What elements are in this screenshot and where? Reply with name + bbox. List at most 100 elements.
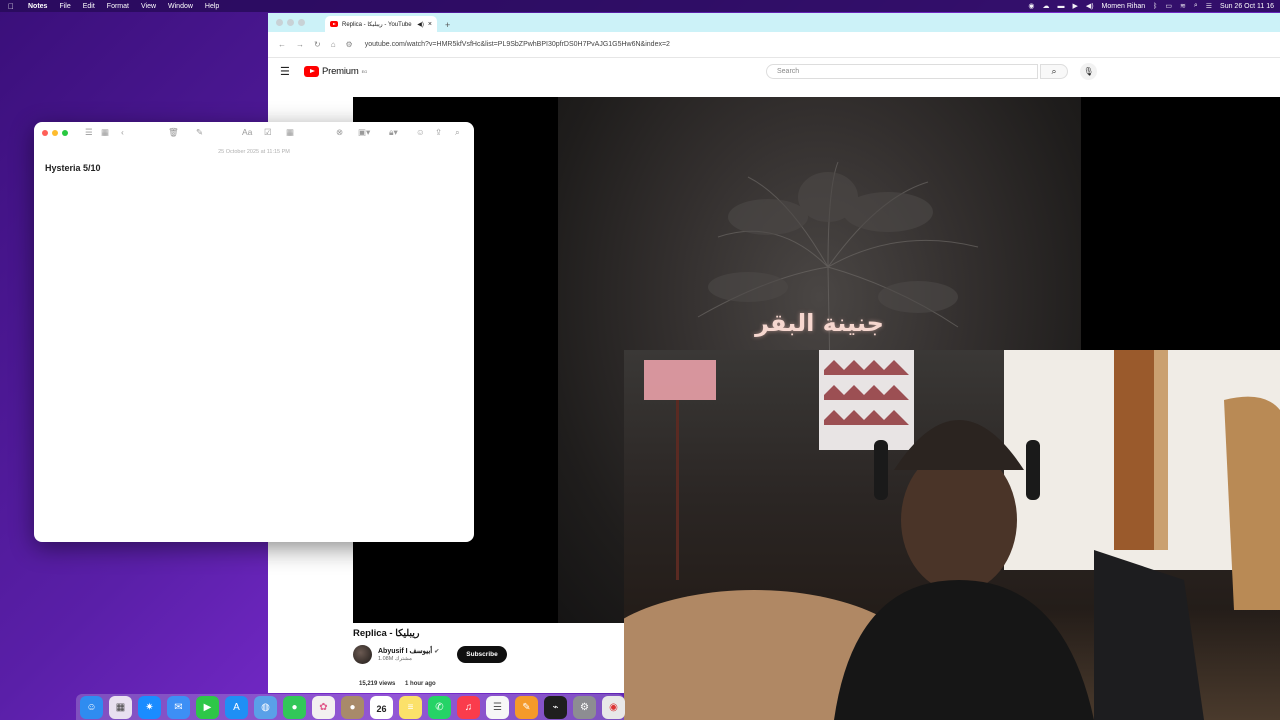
back-icon[interactable]: ‹ [121,127,124,137]
menu-help[interactable]: Help [199,3,225,10]
minimize-icon[interactable] [287,19,294,26]
message-icon[interactable]: ▬ [1057,3,1064,10]
compose-icon[interactable]: ✎ [196,127,203,138]
table-icon[interactable]: ▦ [286,127,294,138]
close-icon[interactable] [276,19,283,26]
pages-icon[interactable]: ✎ [515,695,538,719]
youtube-premium-logo[interactable]: Premium EG [304,65,368,77]
control-center-icon[interactable]: ☰ [1206,2,1212,10]
share-people-icon[interactable]: ☺ [416,127,425,137]
close-icon[interactable] [42,130,48,136]
hamburger-menu-icon[interactable]: ☰ [280,65,304,78]
lock-icon[interactable]: 🔒︎▾ [389,127,398,138]
facetime-icon[interactable]: ▶ [196,695,219,719]
reload-icon[interactable]: ↻ [314,40,321,49]
media-icon[interactable]: ▣▾ [358,127,370,138]
window-controls [276,13,305,32]
channel-avatar[interactable] [353,645,372,664]
launchpad-icon[interactable]: ▦ [109,695,132,719]
apple-menu-icon[interactable]:  [0,2,22,11]
note-body[interactable]: Hysteria 5/10 [34,155,474,181]
new-tab-button[interactable]: + [437,20,458,32]
menu-window[interactable]: Window [162,3,199,10]
youtube-favicon-icon [330,21,338,27]
chrome-icon[interactable]: ◉ [602,695,625,719]
zoom-icon[interactable] [298,19,305,26]
home-icon[interactable]: ⌂ [331,40,336,49]
menu-bar:  Notes File Edit Format View Window Hel… [0,0,1280,12]
tab-youtube[interactable]: Replica - ريبليكا - YouTube ◀) × [325,16,437,32]
notes-window: ☰ ▦ ‹ 🗑︎ ✎ Aa ☑ ▦ ⊗ ▣▾ 🔒︎▾ ☺ ⇪ ⌕ 25 Octo… [34,122,474,542]
battery-icon[interactable]: ▭ [1165,2,1172,10]
speaker-icon[interactable]: ◀) [417,21,424,28]
appstore-icon[interactable]: A [225,695,248,719]
clock[interactable]: Sun 26 Oct 11 16 [1220,3,1274,10]
checklist-icon[interactable]: ☑ [264,127,272,138]
volume-icon[interactable]: ◀) [1086,2,1094,10]
trash-icon[interactable]: 🗑︎ [168,127,179,138]
terminal-icon[interactable]: ⌁ [544,695,567,719]
channel-name[interactable]: Abyusif I أبيوسف ✔ [378,647,439,655]
upload-time: 1 hour ago [405,681,436,687]
system-settings-icon[interactable]: ⚙ [573,695,596,719]
menu-file[interactable]: File [53,3,76,10]
video-title: Replica - ريبليكا [353,628,420,639]
search-input[interactable]: Search [766,64,1038,79]
notes-toolbar: ☰ ▦ ‹ 🗑︎ ✎ Aa ☑ ▦ ⊗ ▣▾ 🔒︎▾ ☺ ⇪ ⌕ [34,122,474,144]
photos-icon[interactable]: ✿ [312,695,335,719]
tab-bar: Replica - ريبليكا - YouTube ◀) × + [268,13,1280,32]
search-icon[interactable]: ⌕ [1194,2,1198,10]
search-button[interactable]: ⌕ [1040,64,1068,79]
youtube-logo-icon [304,65,319,77]
whatsapp-icon[interactable]: ✆ [428,695,451,719]
safari-icon[interactable]: ✷ [138,695,161,719]
list-view-icon[interactable]: ☰ [85,127,93,138]
webcam-overlay [624,350,1280,720]
music-icon[interactable]: ♫ [457,695,480,719]
search-icon[interactable]: ⌕ [455,127,460,138]
notes-icon[interactable]: ≡ [399,695,422,719]
video-info: Replica - ريبليكا Abyusif I أبيوسف ✔ 1.0… [353,628,653,664]
view-count: 15,219 views [359,681,396,687]
channel-meta: Abyusif I أبيوسف ✔ 1.08M مشترك [378,647,439,662]
remote-icon[interactable]: ◍ [254,695,277,719]
notes-alt-icon[interactable]: ● [341,695,364,719]
gallery-view-icon[interactable]: ▦ [101,127,109,138]
share-icon[interactable]: ⇪ [435,127,442,138]
messages-icon[interactable]: ● [283,695,306,719]
minimize-icon[interactable] [52,130,58,136]
forward-icon[interactable]: → [296,40,304,49]
channel-name-text[interactable]: Abyusif I أبيوسف [378,647,432,655]
back-icon[interactable]: ← [278,40,286,49]
wifi-icon[interactable]: ≋ [1180,2,1186,10]
video-overlay-title: جنينة البقر [755,309,884,337]
user-name[interactable]: Momen Rihan [1102,3,1146,10]
format-text-icon[interactable]: Aa [242,127,252,137]
menu-notes[interactable]: Notes [22,3,53,10]
logo-text: Premium [322,65,359,77]
youtube-header: ☰ Premium EG Search ⌕ 🎙︎ [268,58,1280,84]
link-icon[interactable]: ⊗ [336,127,343,138]
dock: ☺ ▦ ✷ ✉ ▶ A ◍ ● ✿ ● 26 ≡ ✆ ♫ ☰ ✎ ⌁ ⚙ ◉ [76,694,625,720]
microphone-icon[interactable]: 🎙︎ [1080,63,1097,80]
site-info-icon[interactable]: ⚙ [346,40,353,49]
tab-close-icon[interactable]: × [428,21,432,28]
calendar-icon[interactable]: 26 [370,695,393,719]
screen-record-icon[interactable]: ◉ [1028,2,1034,10]
cloud-icon[interactable]: ☁ [1042,2,1049,10]
url-field[interactable]: youtube.com/watch?v=HMR5kfVsfHc&list=PL9… [365,41,670,48]
webcam-scene [624,350,1280,720]
status-area: ◉ ☁ ▬ ▶ ◀) Momen Rihan ᛒ ▭ ≋ ⌕ ☰ Sun 26 … [1028,2,1280,10]
subscribe-button[interactable]: Subscribe [457,646,507,663]
zoom-icon[interactable] [62,130,68,136]
reminders-icon[interactable]: ☰ [486,695,509,719]
mail-icon[interactable]: ✉ [167,695,190,719]
subscriber-count: 1.08M مشترك [378,656,412,662]
logo-country: EG [361,68,368,74]
play-icon[interactable]: ▶ [1072,2,1077,10]
menu-edit[interactable]: Edit [77,3,101,10]
menu-format[interactable]: Format [101,3,135,10]
finder-icon[interactable]: ☺ [80,695,103,719]
menu-view[interactable]: View [135,3,162,10]
bluetooth-icon[interactable]: ᛒ [1153,3,1157,10]
